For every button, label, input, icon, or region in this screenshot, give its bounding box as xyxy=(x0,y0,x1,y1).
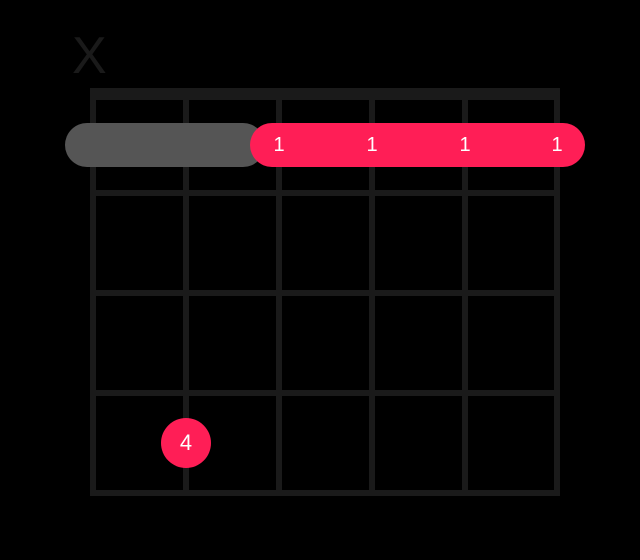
barre-shadow xyxy=(65,123,265,167)
nut xyxy=(90,88,560,100)
mute-marker-string-1: X xyxy=(72,30,107,82)
fret-line-4 xyxy=(90,490,560,496)
dot-label: 4 xyxy=(180,430,192,456)
barre-label-string-4: 1 xyxy=(362,135,382,155)
fret-line-1 xyxy=(90,190,560,196)
barre-label-string-5: 1 xyxy=(455,135,475,155)
fret-line-2 xyxy=(90,290,560,296)
barre-label-string-3: 1 xyxy=(269,135,289,155)
fretboard: 1 1 1 1 4 xyxy=(90,88,560,496)
barre-fret-1 xyxy=(250,123,585,167)
dot-string-2-fret-4: 4 xyxy=(161,418,211,468)
fret-line-3 xyxy=(90,390,560,396)
barre-label-string-6: 1 xyxy=(547,135,567,155)
